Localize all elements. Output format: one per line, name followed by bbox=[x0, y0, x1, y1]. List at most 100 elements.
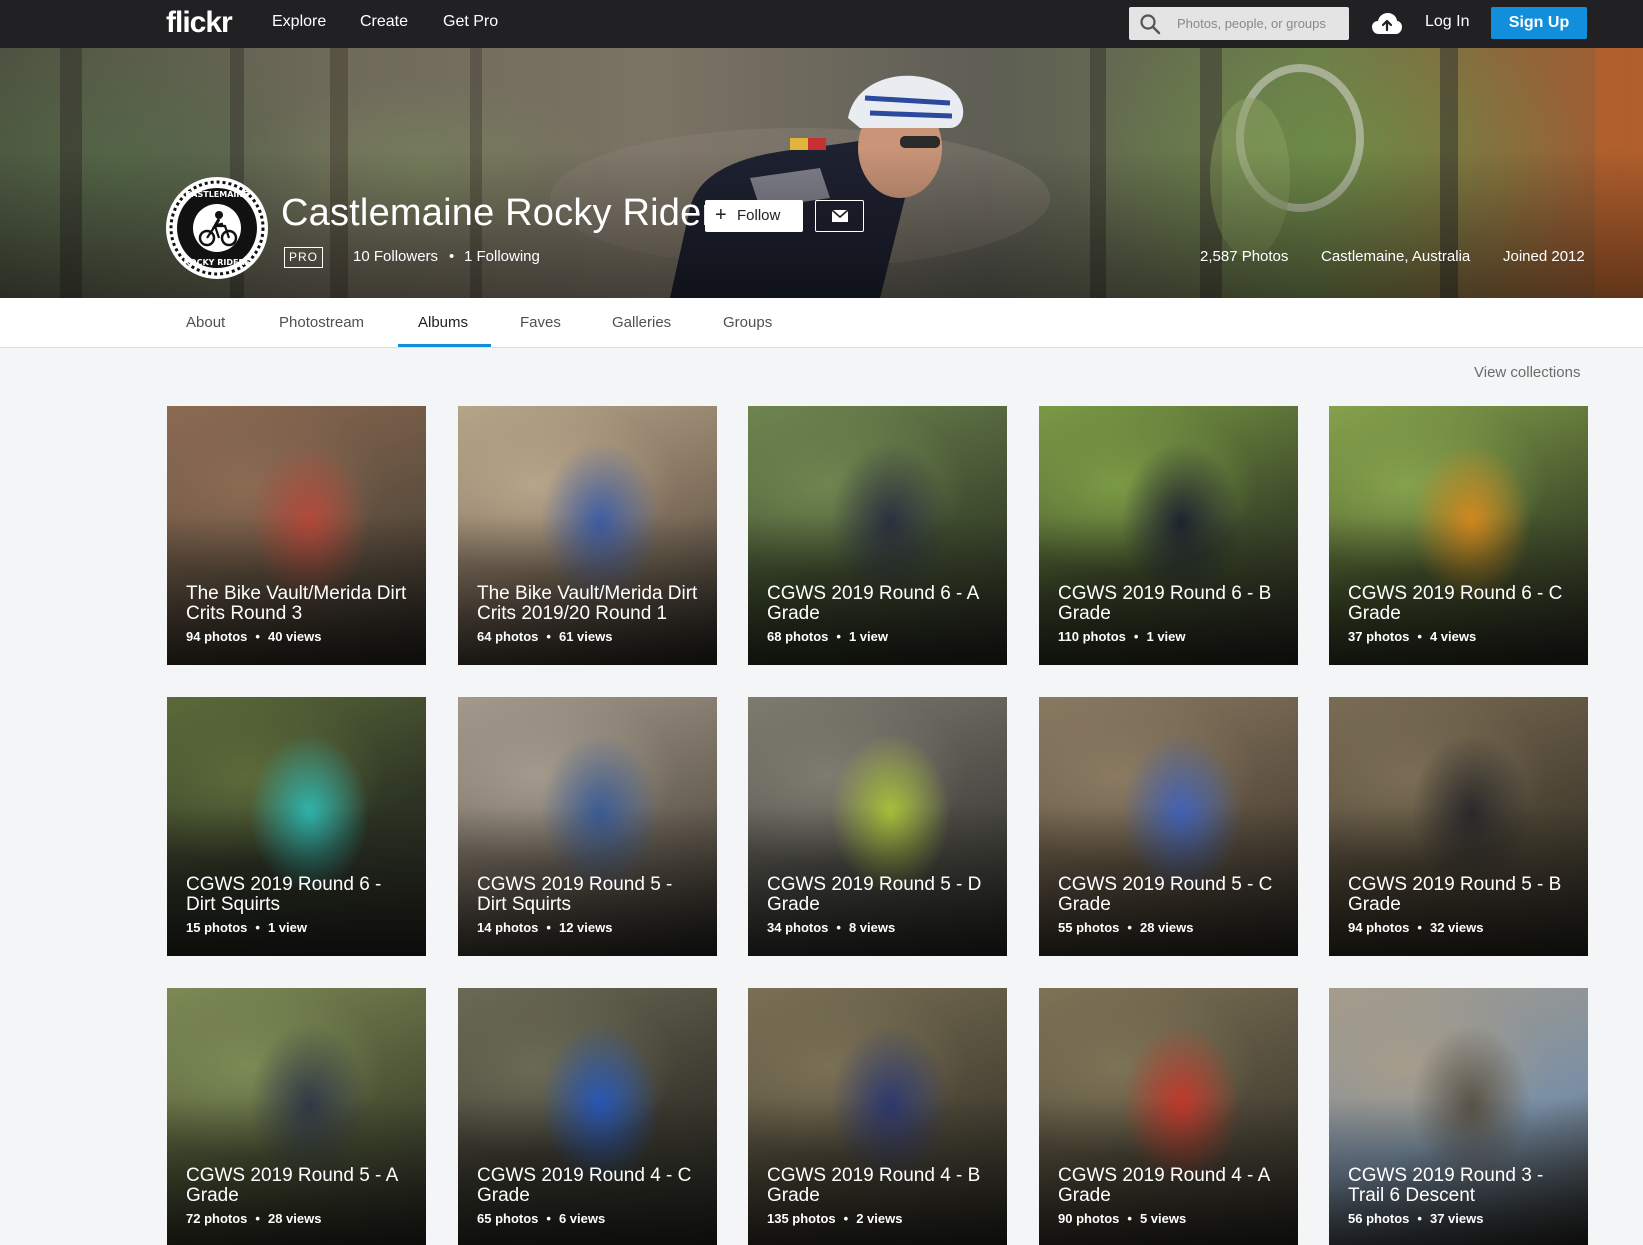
album-tile[interactable]: CGWS 2019 Round 5 - A Grade 72 photos • 28… bbox=[167, 988, 426, 1245]
mail-icon bbox=[832, 210, 848, 222]
album-tile[interactable]: CGWS 2019 Round 6 - B Grade 110 photos • 1… bbox=[1039, 406, 1298, 665]
search-input[interactable] bbox=[1177, 7, 1345, 40]
top-navigation-bar: flickr Explore Create Get Pro Log In Sig… bbox=[0, 0, 1643, 48]
pro-badge[interactable]: PRO bbox=[284, 247, 323, 268]
album-photo-count: 37 photos bbox=[1348, 629, 1410, 644]
album-view-count: 32 views bbox=[1429, 920, 1484, 935]
dot-separator: • bbox=[546, 629, 551, 644]
album-title[interactable]: CGWS 2019 Round 5 - C Grade bbox=[1058, 875, 1286, 915]
upload-cloud-icon[interactable] bbox=[1371, 10, 1403, 36]
album-meta: 68 photos • 1 view bbox=[767, 629, 888, 644]
album-title[interactable]: CGWS 2019 Round 4 - B Grade bbox=[767, 1166, 995, 1206]
flickr-logo[interactable]: flickr bbox=[166, 6, 233, 40]
tab-faves[interactable]: Faves bbox=[520, 314, 561, 331]
album-title[interactable]: CGWS 2019 Round 3 - Trail 6 Descent bbox=[1348, 1166, 1576, 1206]
album-meta: 37 photos • 4 views bbox=[1348, 629, 1476, 644]
dot-separator: • bbox=[1127, 1211, 1132, 1226]
album-meta: 90 photos • 5 views bbox=[1058, 1211, 1186, 1226]
album-tile[interactable]: The Bike Vault/Merida Dirt Crits Round 3… bbox=[167, 406, 426, 665]
photo-count: 2,587 Photos bbox=[1200, 248, 1289, 265]
album-tile[interactable]: CGWS 2019 Round 5 - Dirt Squirts 14 phot… bbox=[458, 697, 717, 956]
follow-button[interactable]: + Follow bbox=[705, 200, 803, 232]
album-meta: 110 photos • 1 view bbox=[1058, 629, 1186, 644]
album-title[interactable]: CGWS 2019 Round 6 - C Grade bbox=[1348, 584, 1576, 624]
plus-icon: + bbox=[715, 204, 727, 226]
login-link[interactable]: Log In bbox=[1425, 13, 1469, 31]
search-icon[interactable] bbox=[1139, 13, 1161, 35]
tab-albums[interactable]: Albums bbox=[418, 314, 468, 331]
album-view-count: 1 view bbox=[1146, 629, 1186, 644]
album-title[interactable]: CGWS 2019 Round 5 - A Grade bbox=[186, 1166, 414, 1206]
nav-get-pro[interactable]: Get Pro bbox=[443, 13, 498, 31]
album-view-count: 1 view bbox=[267, 920, 307, 935]
album-title[interactable]: The Bike Vault/Merida Dirt Crits Round 3 bbox=[186, 584, 414, 624]
album-tile[interactable]: CGWS 2019 Round 6 - C Grade 37 photos • 4 … bbox=[1329, 406, 1588, 665]
active-tab-indicator bbox=[398, 344, 491, 347]
album-tile[interactable]: CGWS 2019 Round 3 - Trail 6 Descent 56 p… bbox=[1329, 988, 1588, 1245]
album-photo-count: 65 photos bbox=[477, 1211, 539, 1226]
profile-avatar[interactable]: CASTLEMAINE ROCKY RIDERS bbox=[166, 177, 268, 279]
signup-button[interactable]: Sign Up bbox=[1491, 7, 1587, 39]
album-view-count: 5 views bbox=[1139, 1211, 1187, 1226]
album-photo-count: 90 photos bbox=[1058, 1211, 1120, 1226]
dot-separator: • bbox=[843, 1211, 849, 1226]
album-photo-count: 14 photos bbox=[477, 920, 539, 935]
dot-separator: • bbox=[449, 248, 455, 265]
album-tile[interactable]: CGWS 2019 Round 4 - A Grade 90 photos • 5 … bbox=[1039, 988, 1298, 1245]
follow-label: Follow bbox=[737, 207, 781, 224]
album-meta: 64 photos • 61 views bbox=[477, 629, 612, 644]
album-meta: 65 photos • 6 views bbox=[477, 1211, 605, 1226]
following-link[interactable]: 1 Following bbox=[464, 248, 540, 265]
album-view-count: 4 views bbox=[1429, 629, 1477, 644]
album-title[interactable]: CGWS 2019 Round 5 - Dirt Squirts bbox=[477, 875, 705, 915]
album-photo-count: 135 photos bbox=[767, 1211, 836, 1226]
album-title[interactable]: CGWS 2019 Round 4 - A Grade bbox=[1058, 1166, 1286, 1206]
album-tile[interactable]: CGWS 2019 Round 4 - C Grade 65 photos • 6 … bbox=[458, 988, 717, 1245]
album-tile[interactable]: CGWS 2019 Round 6 - Dirt Squirts 15 phot… bbox=[167, 697, 426, 956]
album-view-count: 2 views bbox=[856, 1211, 903, 1226]
search-box[interactable] bbox=[1129, 7, 1349, 40]
view-collections-link[interactable]: View collections bbox=[1474, 364, 1580, 381]
avatar-text-bottom: ROCKY RIDERS bbox=[184, 258, 251, 267]
album-title[interactable]: The Bike Vault/Merida Dirt Crits 2019/20… bbox=[477, 584, 705, 624]
followers-link[interactable]: 10 Followers bbox=[353, 248, 438, 265]
album-view-count: 61 views bbox=[558, 629, 613, 644]
location: Castlemaine, Australia bbox=[1321, 248, 1471, 265]
tab-galleries[interactable]: Galleries bbox=[612, 314, 671, 331]
message-button[interactable] bbox=[815, 200, 864, 232]
album-tile[interactable]: CGWS 2019 Round 4 - B Grade 135 photos • 2… bbox=[748, 988, 1007, 1245]
dot-separator: • bbox=[836, 920, 841, 935]
profile-subnav: About Photostream Albums Faves Galleries… bbox=[0, 298, 1643, 348]
nav-create[interactable]: Create bbox=[360, 13, 408, 31]
album-tile[interactable]: CGWS 2019 Round 5 - B Grade 94 photos • 32… bbox=[1329, 697, 1588, 956]
album-view-count: 40 views bbox=[267, 629, 322, 644]
album-title[interactable]: CGWS 2019 Round 5 - D Grade bbox=[767, 875, 995, 915]
avatar-text-top: CASTLEMAINE bbox=[185, 190, 248, 199]
album-meta: 135 photos • 2 views bbox=[767, 1211, 902, 1226]
dot-separator: • bbox=[1417, 629, 1422, 644]
nav-explore[interactable]: Explore bbox=[272, 13, 326, 31]
album-tile[interactable]: CGWS 2019 Round 5 - D Grade 34 photos • 8 … bbox=[748, 697, 1007, 956]
album-photo-count: 34 photos bbox=[767, 920, 829, 935]
tab-groups[interactable]: Groups bbox=[723, 314, 772, 331]
album-tile[interactable]: The Bike Vault/Merida Dirt Crits 2019/20… bbox=[458, 406, 717, 665]
tab-photostream[interactable]: Photostream bbox=[279, 314, 364, 331]
album-title[interactable]: CGWS 2019 Round 4 - C Grade bbox=[477, 1166, 705, 1206]
album-title[interactable]: CGWS 2019 Round 5 - B Grade bbox=[1348, 875, 1576, 915]
album-title[interactable]: CGWS 2019 Round 6 - Dirt Squirts bbox=[186, 875, 414, 915]
tab-about[interactable]: About bbox=[186, 314, 225, 331]
dot-separator: • bbox=[255, 920, 260, 935]
rocky-riders-logo: CASTLEMAINE ROCKY RIDERS bbox=[169, 180, 265, 276]
dot-separator: • bbox=[1133, 629, 1139, 644]
album-view-count: 28 views bbox=[267, 1211, 322, 1226]
album-photo-count: 55 photos bbox=[1058, 920, 1120, 935]
album-meta: 14 photos • 12 views bbox=[477, 920, 612, 935]
album-title[interactable]: CGWS 2019 Round 6 - B Grade bbox=[1058, 584, 1286, 624]
dot-separator: • bbox=[1417, 1211, 1422, 1226]
album-title[interactable]: CGWS 2019 Round 6 - A Grade bbox=[767, 584, 995, 624]
album-meta: 55 photos • 28 views bbox=[1058, 920, 1193, 935]
album-tile[interactable]: CGWS 2019 Round 6 - A Grade 68 photos • 1 … bbox=[748, 406, 1007, 665]
album-photo-count: 72 photos bbox=[186, 1211, 248, 1226]
album-view-count: 37 views bbox=[1429, 1211, 1484, 1226]
album-tile[interactable]: CGWS 2019 Round 5 - C Grade 55 photos • 28… bbox=[1039, 697, 1298, 956]
